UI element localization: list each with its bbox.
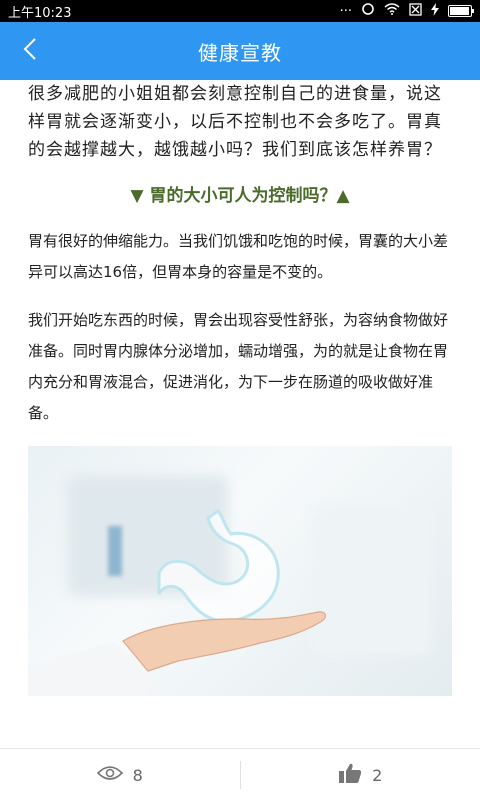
page-title: 健康宣教: [198, 37, 282, 66]
views-counter: 8: [0, 765, 240, 785]
app-bar: 健康宣教: [0, 22, 480, 80]
like-button[interactable]: 2: [241, 762, 480, 788]
back-button[interactable]: [10, 22, 50, 80]
article-intro: 很多减肥的小姐姐都会刻意控制自己的进食量，说这样胃就会逐渐变小，以后不控制也不会…: [28, 80, 452, 164]
status-time: 上午10:23: [8, 2, 71, 21]
sync-icon: [361, 2, 375, 20]
thumbs-up-icon: [338, 762, 362, 788]
views-count: 8: [133, 766, 143, 785]
stomach-icon: [159, 511, 278, 621]
more-dots-icon: ···: [340, 4, 352, 19]
article-paragraph: 我们开始吃东西的时候，胃会出现容受性舒张，为容纳食物做好准备。同时胃内腺体分泌增…: [28, 305, 452, 429]
bottom-bar: 8 2: [0, 748, 480, 801]
article-content[interactable]: 很多减肥的小姐姐都会刻意控制自己的进食量，说这样胃就会逐渐变小，以后不控制也不会…: [0, 80, 480, 748]
article-paragraph: 胃有很好的伸缩能力。当我们饥饿和吃饱的时候，胃囊的大小差异可以高达16倍，但胃本…: [28, 226, 452, 288]
battery-icon: [448, 5, 472, 17]
status-bar: 上午10:23 ···: [0, 0, 480, 22]
no-sim-icon: [409, 3, 422, 20]
chevron-left-icon: [23, 37, 37, 65]
eye-icon: [97, 765, 123, 785]
status-icons: ···: [340, 2, 472, 20]
stomach-in-hand-illustration: [28, 446, 452, 696]
wifi-icon: [384, 3, 400, 19]
section-heading: ▼ 胃的大小可人为控制吗？▲: [28, 181, 452, 206]
likes-count: 2: [372, 766, 382, 785]
battery-level: [450, 7, 469, 15]
charging-icon: [431, 3, 439, 20]
